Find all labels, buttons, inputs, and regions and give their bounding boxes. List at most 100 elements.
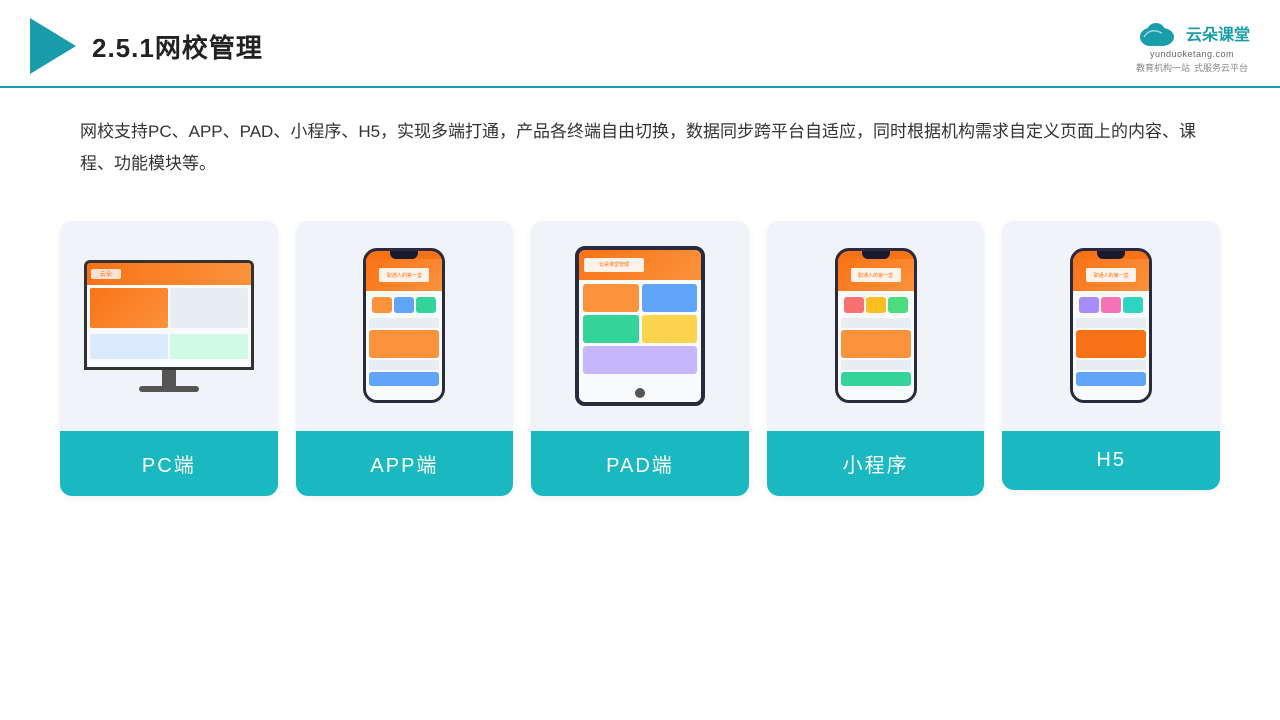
phone-mockup-app: 职通人的第一堂 bbox=[363, 248, 445, 403]
grid-2 bbox=[394, 297, 414, 313]
phone-grid-h5 bbox=[1076, 294, 1146, 316]
monitor-block-4 bbox=[170, 334, 248, 359]
monitor-block-2 bbox=[170, 288, 248, 328]
phone-screen-body-app bbox=[366, 291, 442, 389]
phone-header-app: 职通人的第一堂 bbox=[366, 259, 442, 291]
tablet-body: 云朵课堂管理 bbox=[575, 246, 705, 406]
phone-screen-app: 职通人的第一堂 bbox=[366, 251, 442, 400]
h5-row-1 bbox=[1076, 318, 1146, 328]
grid-mini-2 bbox=[866, 297, 886, 313]
brand-logo-icon: 云朵课堂 bbox=[1134, 19, 1250, 47]
card-h5-label: H5 bbox=[1002, 431, 1220, 490]
phone-mockup-h5: 职通人的第一堂 bbox=[1070, 248, 1152, 403]
h5-row-2 bbox=[1076, 330, 1146, 358]
tablet-screen: 云朵课堂管理 bbox=[579, 250, 701, 402]
grid-3 bbox=[416, 297, 436, 313]
row-3 bbox=[369, 360, 439, 370]
tablet-block-4 bbox=[642, 315, 698, 343]
monitor-screen: 云朵 bbox=[87, 263, 251, 367]
mini-row-1 bbox=[841, 318, 911, 328]
tablet-home-btn bbox=[635, 388, 645, 398]
tablet-body-content bbox=[579, 280, 701, 378]
card-miniapp-label: 小程序 bbox=[767, 431, 985, 496]
brand-subtitle: 教育机构一站 式服务云平台 bbox=[1136, 61, 1248, 74]
h5-row-4 bbox=[1076, 372, 1146, 386]
monitor-nav: 云朵 bbox=[91, 269, 121, 279]
brand-logo: 云朵课堂 yunduoketang.com 教育机构一站 式服务云平台 bbox=[1134, 19, 1250, 74]
card-app-label: APP端 bbox=[296, 431, 514, 496]
phone-body-app: 职通人的第一堂 bbox=[363, 248, 445, 403]
phone-screen-mini: 职通人的第一堂 bbox=[838, 251, 914, 400]
phone-header-text: 职通人的第一堂 bbox=[379, 268, 429, 282]
phone-grid-mini bbox=[841, 294, 911, 316]
tablet-mockup: 云朵课堂管理 bbox=[575, 246, 705, 406]
monitor-screen-top: 云朵 bbox=[87, 263, 251, 285]
header: 2.5.1网校管理 云朵课堂 yunduoketang.com 教育机构一站 式… bbox=[0, 0, 1280, 88]
monitor-mockup: 云朵 bbox=[84, 260, 254, 392]
phone-header-text-mini: 职通人的第一堂 bbox=[851, 268, 901, 282]
tablet-header: 云朵课堂管理 bbox=[579, 250, 701, 280]
mini-row-4 bbox=[841, 372, 911, 386]
monitor-stand-neck bbox=[162, 370, 176, 386]
monitor-body: 云朵 bbox=[84, 260, 254, 370]
phone-header-h5: 职通人的第一堂 bbox=[1073, 259, 1149, 291]
card-miniapp: 职通人的第一堂 bbox=[767, 221, 985, 496]
description-paragraph: 网校支持PC、APP、PAD、小程序、H5，实现多端打通，产品各终端自由切换，数… bbox=[80, 116, 1200, 181]
row-4 bbox=[369, 372, 439, 386]
card-pc-label: PC端 bbox=[60, 431, 278, 496]
phone-screen-inner-app: 职通人的第一堂 bbox=[366, 259, 442, 400]
monitor-block-3 bbox=[90, 334, 168, 359]
grid-h5-1 bbox=[1079, 297, 1099, 313]
phone-screen-inner-mini: 职通人的第一堂 bbox=[838, 259, 914, 400]
tablet-header-text: 云朵课堂管理 bbox=[584, 258, 644, 272]
phone-header-text-h5: 职通人的第一堂 bbox=[1086, 268, 1136, 282]
tablet-block-1 bbox=[583, 284, 639, 312]
card-h5: 职通人的第一堂 bbox=[1002, 221, 1220, 490]
phone-notch-app bbox=[390, 251, 418, 259]
card-h5-image: 职通人的第一堂 bbox=[1002, 221, 1220, 431]
mini-row-3 bbox=[841, 360, 911, 370]
monitor-stand-base bbox=[139, 386, 199, 392]
page-title: 2.5.1网校管理 bbox=[92, 28, 263, 65]
phone-mockup-mini: 职通人的第一堂 bbox=[835, 248, 917, 403]
card-pc-image: 云朵 bbox=[60, 221, 278, 431]
phone-screen-body-h5 bbox=[1073, 291, 1149, 389]
cards-container: 云朵 PC端 bbox=[0, 201, 1280, 496]
card-miniapp-image: 职通人的第一堂 bbox=[767, 221, 985, 431]
tablet-block-2 bbox=[642, 284, 698, 312]
row-1 bbox=[369, 318, 439, 328]
tablet-block-5 bbox=[583, 346, 697, 374]
grid-1 bbox=[372, 297, 392, 313]
grid-mini-1 bbox=[844, 297, 864, 313]
phone-notch-h5 bbox=[1097, 251, 1125, 259]
phone-body-h5: 职通人的第一堂 bbox=[1070, 248, 1152, 403]
card-pc: 云朵 PC端 bbox=[60, 221, 278, 496]
card-app-image: 职通人的第一堂 bbox=[296, 221, 514, 431]
brand-name: 云朵课堂 bbox=[1186, 21, 1250, 45]
brand-url: yunduoketang.com bbox=[1150, 49, 1234, 59]
phone-screen-inner-h5: 职通人的第一堂 bbox=[1073, 259, 1149, 400]
card-pad-image: 云朵课堂管理 bbox=[531, 221, 749, 431]
phone-body-mini: 职通人的第一堂 bbox=[835, 248, 917, 403]
cloud-icon bbox=[1134, 19, 1182, 47]
description-text: 网校支持PC、APP、PAD、小程序、H5，实现多端打通，产品各终端自由切换，数… bbox=[0, 88, 1280, 201]
mini-row-2 bbox=[841, 330, 911, 358]
phone-screen-h5: 职通人的第一堂 bbox=[1073, 251, 1149, 400]
phone-header-mini: 职通人的第一堂 bbox=[838, 259, 914, 291]
grid-mini-3 bbox=[888, 297, 908, 313]
phone-grid bbox=[369, 294, 439, 316]
card-pad: 云朵课堂管理 PAD端 bbox=[531, 221, 749, 496]
row-2 bbox=[369, 330, 439, 358]
phone-notch-mini bbox=[862, 251, 890, 259]
grid-h5-2 bbox=[1101, 297, 1121, 313]
monitor-block-1 bbox=[90, 288, 168, 328]
card-pad-label: PAD端 bbox=[531, 431, 749, 496]
logo-triangle-icon bbox=[30, 18, 76, 74]
header-left: 2.5.1网校管理 bbox=[30, 18, 263, 74]
h5-row-3 bbox=[1076, 360, 1146, 370]
monitor-screen-content bbox=[87, 285, 251, 367]
card-app: 职通人的第一堂 bbox=[296, 221, 514, 496]
tablet-block-3 bbox=[583, 315, 639, 343]
phone-screen-body-mini bbox=[838, 291, 914, 389]
grid-h5-3 bbox=[1123, 297, 1143, 313]
